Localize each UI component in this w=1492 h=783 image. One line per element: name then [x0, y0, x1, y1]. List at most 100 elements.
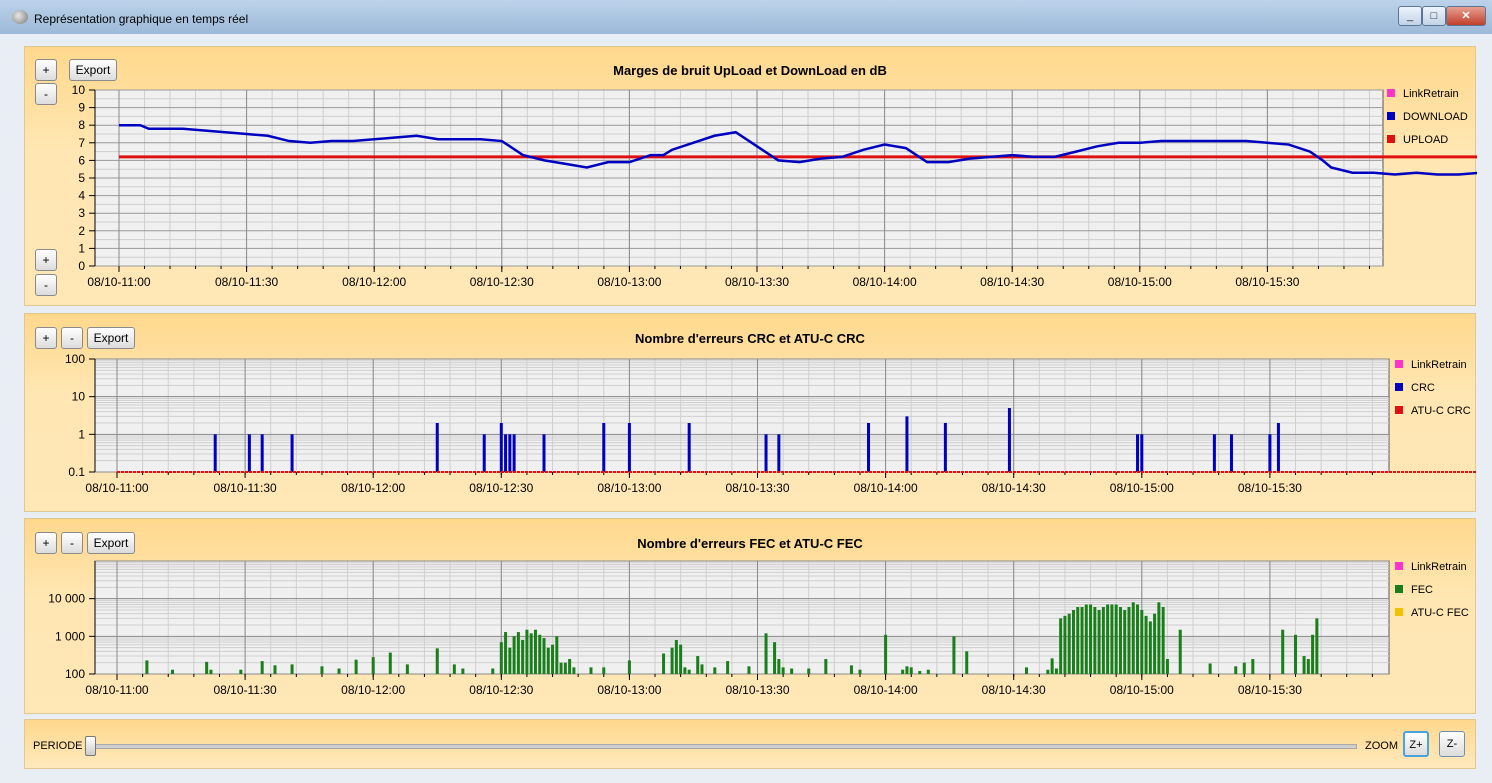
- bar: [572, 667, 576, 674]
- zoom-minus-button[interactable]: Z-: [1439, 731, 1465, 757]
- bar: [499, 642, 503, 674]
- bar: [1281, 629, 1285, 674]
- bar: [512, 434, 516, 472]
- minimize-icon[interactable]: _: [1398, 6, 1422, 26]
- legend-swatch: [1387, 135, 1395, 143]
- bar: [965, 651, 969, 674]
- bar: [1276, 422, 1280, 472]
- zoom-plus-button[interactable]: Z+: [1403, 731, 1429, 757]
- bar: [1101, 607, 1105, 674]
- bar: [670, 647, 674, 674]
- periode-slider-thumb[interactable]: [85, 736, 96, 756]
- app-icon: [12, 10, 28, 24]
- bar: [901, 669, 905, 674]
- y-tick-label: 10: [72, 83, 86, 97]
- bar: [521, 639, 525, 674]
- bar: [1294, 634, 1298, 674]
- bar: [508, 434, 512, 472]
- legend-label: LinkRetrain: [1411, 561, 1467, 573]
- legend-swatch: [1395, 608, 1403, 616]
- period-zoom-bar: PERIODE ZOOM Z+ Z-: [24, 719, 1476, 769]
- bar: [1084, 604, 1088, 674]
- y-tick-label: 100: [65, 667, 85, 681]
- bar: [1234, 666, 1238, 674]
- bar: [273, 665, 277, 674]
- maximize-icon[interactable]: □: [1422, 6, 1446, 26]
- close-icon[interactable]: ✕: [1446, 6, 1486, 26]
- y-tick-label: 3: [78, 206, 85, 220]
- bar: [777, 434, 781, 472]
- bar: [790, 668, 794, 674]
- x-tick-label: 08/10-12:30: [469, 481, 533, 495]
- x-tick-label: 08/10-12:30: [469, 683, 533, 697]
- x-tick-label: 08/10-13:30: [725, 275, 789, 289]
- legend-label: ATU-C CRC: [1411, 405, 1471, 417]
- legend-swatch: [1395, 406, 1403, 414]
- bar: [1165, 659, 1169, 674]
- bar: [320, 666, 324, 674]
- bar: [1131, 602, 1135, 674]
- x-tick-label: 08/10-12:00: [341, 481, 405, 495]
- zoom-out-y-button[interactable]: -: [35, 83, 57, 105]
- bar: [764, 633, 768, 674]
- x-tick-label: 08/10-11:30: [215, 275, 278, 289]
- bar: [1242, 662, 1246, 674]
- bar: [764, 434, 768, 472]
- bar: [171, 669, 175, 674]
- x-tick-label: 08/10-11:00: [87, 275, 150, 289]
- bar: [918, 671, 922, 674]
- bar: [1123, 610, 1127, 674]
- bar: [1136, 604, 1140, 674]
- bar: [260, 661, 264, 674]
- y-tick-label: 7: [78, 136, 85, 150]
- zoom-out-x-button[interactable]: -: [35, 274, 57, 296]
- bar: [213, 434, 217, 472]
- x-tick-label: 08/10-13:30: [725, 683, 789, 697]
- legend-label: FEC: [1411, 584, 1433, 596]
- y-tick-label: 6: [78, 153, 85, 167]
- bar: [687, 422, 691, 472]
- x-tick-label: 08/10-15:30: [1238, 481, 1302, 495]
- legend-label: DOWNLOAD: [1403, 111, 1468, 123]
- x-tick-label: 08/10-12:00: [342, 275, 406, 289]
- plot-background: [94, 560, 1390, 675]
- bar: [952, 636, 956, 674]
- chart-title: Marges de bruit UpLoad et DownLoad en dB: [613, 63, 887, 78]
- bar: [239, 669, 243, 674]
- x-tick-label: 08/10-14:00: [854, 683, 918, 697]
- bar: [1144, 615, 1148, 674]
- bar: [1093, 607, 1097, 674]
- bar: [777, 659, 781, 674]
- bar: [209, 669, 213, 674]
- plot-background: [94, 358, 1390, 473]
- bar: [533, 629, 537, 674]
- fec-errors-panel: 08/10-11:00 08/10-11:30 08/10-12:00 08/10-1…: [24, 518, 1476, 714]
- bar: [1080, 607, 1084, 674]
- bar: [1046, 669, 1050, 674]
- x-tick-label: 08/10-13:00: [597, 683, 661, 697]
- bar: [405, 664, 409, 674]
- bar: [747, 666, 751, 674]
- bar: [555, 636, 559, 674]
- bar: [1302, 656, 1306, 674]
- bar: [884, 634, 888, 674]
- bar: [1153, 613, 1157, 674]
- periode-slider-track[interactable]: [85, 744, 1357, 749]
- bar: [1007, 408, 1011, 472]
- bar: [1178, 629, 1182, 674]
- bar: [354, 659, 358, 674]
- zoom-in-x-button[interactable]: +: [35, 249, 57, 271]
- bar: [1315, 618, 1319, 674]
- x-tick-label: 08/10-14:30: [982, 481, 1046, 495]
- bar: [1251, 659, 1255, 674]
- legend-swatch: [1395, 562, 1403, 570]
- bar: [1136, 434, 1140, 472]
- legend-label: LinkRetrain: [1403, 88, 1459, 100]
- noise-margin-panel: 08/10-11:00 08/10-11:30 08/10-12:00 08/10-1…: [24, 46, 1477, 306]
- bar: [602, 422, 606, 472]
- bar: [504, 632, 508, 674]
- bar: [1110, 604, 1114, 674]
- bar: [435, 422, 439, 472]
- bar: [1127, 607, 1131, 674]
- bar: [679, 644, 683, 674]
